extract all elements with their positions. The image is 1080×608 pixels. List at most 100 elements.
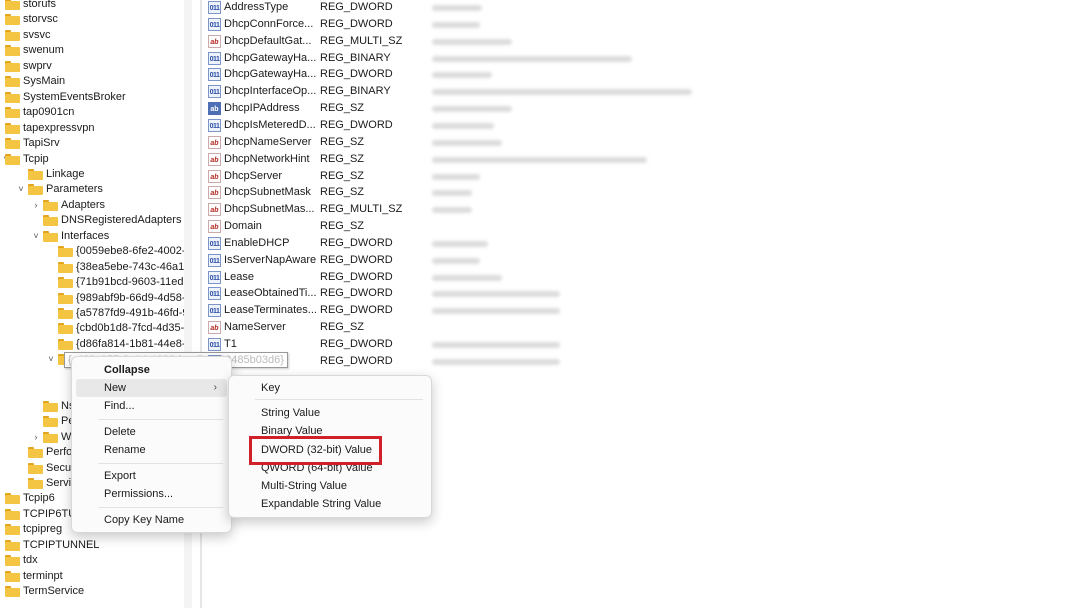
registry-value-row[interactable]: ab DhcpDefaultGat... REG_MULTI_SZ [208,33,708,50]
tree-item[interactable]: terminpt [0,569,184,584]
tree-item[interactable]: TermService [0,584,184,599]
string-value-icon: ab [208,186,221,200]
value-type: REG_SZ [320,102,365,115]
value-data-redacted [432,274,502,281]
tree-item-label: swenum [23,44,64,57]
tree-item[interactable]: {38ea5ebe-743c-46a1-b [0,260,184,275]
folder-icon [5,91,20,103]
registry-value-row[interactable]: ab DhcpNetworkHint REG_SZ [208,151,708,168]
tree-item[interactable]: swprv [0,59,184,74]
value-name: DhcpGatewayHa... [224,51,317,64]
tree-item-label: Parameters [46,183,103,196]
value-name: Lease [224,270,254,283]
binary-value-icon: 011 [208,253,221,267]
folder-icon [58,277,73,289]
tree-item[interactable]: swenum [0,43,184,58]
value-type: REG_BINARY [320,85,391,98]
chevron-right-icon[interactable]: › [31,430,41,445]
string-value-icon: ab [208,169,221,183]
tree-item[interactable]: Linkage [0,167,184,182]
tree-item[interactable]: tapexpressvpn [0,121,184,136]
value-type: REG_DWORD [320,287,393,300]
tree-item[interactable]: {cbd0b1d8-7fcd-4d35-b [0,321,184,336]
tree-item[interactable]: ˅ Tcpip [0,152,184,167]
registry-value-row[interactable]: ab DhcpSubnetMas... REG_MULTI_SZ [208,201,708,218]
tree-item[interactable]: storufs [0,0,184,12]
registry-value-row[interactable]: 011 T1 REG_DWORD [208,336,708,353]
new-item-multi-string-value[interactable]: Multi-String Value [233,477,427,495]
registry-value-row[interactable]: ab DhcpIPAddress REG_SZ [208,100,708,117]
registry-value-row[interactable]: 011 DhcpGatewayHa... REG_DWORD [208,66,708,83]
registry-value-row[interactable]: 011 EnableDHCP REG_DWORD [208,235,708,252]
registry-value-row[interactable]: 011 DhcpConnForce... REG_DWORD [208,16,708,33]
registry-value-row[interactable]: 011 LeaseTerminates... REG_DWORD [208,302,708,319]
value-type: REG_SZ [320,321,365,334]
menu-item-delete[interactable]: Delete [76,423,227,441]
registry-value-row[interactable]: ab Domain REG_SZ [208,218,708,235]
folder-icon [5,524,20,536]
menu-item-collapse[interactable]: Collapse [76,361,227,379]
menu-separator [98,419,223,420]
new-item-key[interactable]: Key [233,379,427,397]
chevron-down-icon[interactable]: ˅ [16,182,26,197]
chevron-down-icon[interactable]: ˅ [31,229,41,244]
menu-item-export[interactable]: Export [76,467,227,485]
registry-value-row[interactable]: 011 IsServerNapAware REG_DWORD [208,252,708,269]
registry-value-row[interactable]: 011 LeaseObtainedTi... REG_DWORD [208,285,708,302]
registry-value-row[interactable]: 011REG_DWORD [208,353,708,370]
registry-value-row[interactable]: 011 Lease REG_DWORD [208,269,708,286]
tree-item[interactable]: tap0901cn [0,105,184,120]
tree-item[interactable]: SystemEventsBroker [0,90,184,105]
tree-item[interactable]: {71b91bcd-9603-11ed-9 [0,275,184,290]
folder-icon [5,29,20,41]
tree-item[interactable]: › Adapters [0,198,184,213]
tree-item[interactable]: svsvc [0,28,184,43]
value-type: REG_SZ [320,135,365,148]
new-item-expandable-string-value[interactable]: Expandable String Value [233,495,427,513]
tree-item[interactable]: DNSRegisteredAdapters [0,213,184,228]
tree-item[interactable]: {d86fa814-1b81-44e8-8 [0,337,184,352]
tree-item[interactable]: TapiSrv [0,136,184,151]
menu-item-permissions[interactable]: Permissions... [76,485,227,503]
value-data-redacted [432,240,488,247]
registry-value-row[interactable]: 011 DhcpIsMeteredD... REG_DWORD [208,117,708,134]
folder-icon [5,0,20,10]
tree-item[interactable]: {a5787fd9-491b-46fd-9 [0,306,184,321]
chevron-down-icon[interactable]: ˅ [46,352,56,367]
value-name: DhcpSubnetMas... [224,203,315,216]
new-item-string-value[interactable]: String Value [233,404,427,422]
menu-item-find[interactable]: Find... [76,397,227,415]
value-data-redacted [432,190,472,197]
registry-value-row[interactable]: ab DhcpNameServer REG_SZ [208,134,708,151]
value-name: AddressType [224,1,289,13]
tree-item[interactable]: ˅ Parameters [0,182,184,197]
registry-value-row[interactable]: ab DhcpSubnetMask REG_SZ [208,184,708,201]
value-name: T1 [224,338,237,350]
tree-item[interactable]: {0059ebe8-6fe2-4002-9 [0,244,184,259]
chevron-right-icon[interactable]: › [31,198,41,213]
registry-value-row[interactable]: ab DhcpServer REG_SZ [208,168,708,185]
tree-item[interactable]: {989abf9b-66d9-4d58-8 [0,291,184,306]
tree-item-label: tdx [23,554,38,567]
registry-value-row[interactable]: ab NameServer REG_SZ [208,319,708,336]
tree-item[interactable]: TCPIPTUNNEL [0,538,184,553]
folder-icon [58,292,73,304]
menu-item-rename[interactable]: Rename [76,441,227,459]
tree-item[interactable]: SysMain [0,74,184,89]
value-name: DhcpServer [224,169,283,182]
value-type: REG_DWORD [320,1,393,13]
tree-item[interactable]: ˅ Interfaces [0,229,184,244]
menu-item-copy-key-name[interactable]: Copy Key Name [76,511,227,529]
binary-value-icon: 011 [208,270,221,284]
registry-value-row[interactable]: 011 DhcpInterfaceOp... REG_BINARY [208,83,708,100]
tree-item-label: tap0901cn [23,106,75,119]
registry-value-row[interactable]: 011 DhcpGatewayHa... REG_BINARY [208,50,708,67]
value-name: NameServer [224,321,286,334]
folder-icon [58,246,73,258]
tree-item[interactable]: tdx [0,553,184,568]
registry-value-row[interactable]: 011 AddressType REG_DWORD [208,0,708,16]
menu-item-new[interactable]: New › [76,379,227,397]
tree-item[interactable]: storvsc [0,12,184,27]
value-type: REG_DWORD [320,68,393,81]
tree-item-label: {0059ebe8-6fe2-4002-9 [76,245,184,258]
